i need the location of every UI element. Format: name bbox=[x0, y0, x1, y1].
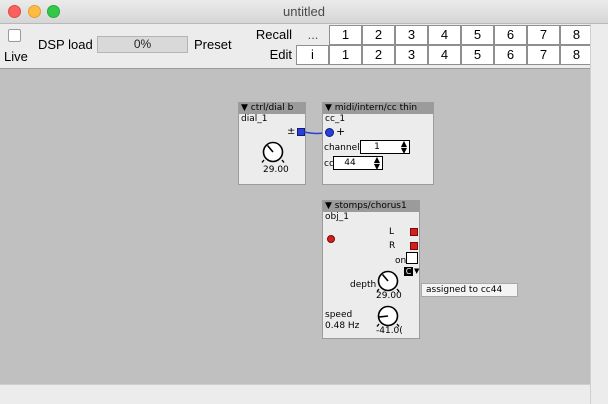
right-outlet[interactable] bbox=[410, 242, 418, 250]
recall-preset-6-button[interactable]: 6 bbox=[494, 25, 527, 45]
speed-value: -41.0( bbox=[376, 326, 403, 336]
edit-preset-5-button[interactable]: 5 bbox=[461, 45, 494, 65]
object-instance-name[interactable]: cc_1 bbox=[323, 114, 433, 125]
recall-preset-4-button[interactable]: 4 bbox=[428, 25, 461, 45]
channel-value: 1 bbox=[374, 142, 380, 152]
dial-outlet-label: ± bbox=[287, 126, 296, 137]
edit-preset-6-button[interactable]: 6 bbox=[494, 45, 527, 65]
vertical-scrollbar[interactable] bbox=[590, 24, 608, 404]
preset-menu-ellipsis[interactable]: ... bbox=[298, 27, 328, 47]
spinner-arrows-icon[interactable]: ▲ ▼ bbox=[401, 140, 407, 155]
recall-preset-2-button[interactable]: 2 bbox=[362, 25, 395, 45]
object-header[interactable]: ▼ ctrl/dial b bbox=[239, 103, 305, 114]
title-bar: untitled bbox=[0, 0, 608, 24]
object-instance-name[interactable]: obj_1 bbox=[323, 212, 419, 223]
tooltip: assigned to cc44 bbox=[421, 283, 518, 297]
chevron-down-icon[interactable]: ▼ bbox=[414, 267, 419, 275]
recall-label: Recall bbox=[255, 27, 292, 42]
horizontal-scrollbar[interactable] bbox=[0, 384, 590, 404]
channel-spinner[interactable]: 1 ▲ ▼ bbox=[360, 140, 410, 155]
midi-assign-indicator[interactable]: C bbox=[404, 267, 413, 276]
edit-preset-7-button[interactable]: 7 bbox=[527, 45, 560, 65]
preset-info-button[interactable]: i bbox=[296, 45, 329, 65]
toolbar: Live DSP load 0% Preset Recall Edit ... … bbox=[0, 24, 593, 68]
object-header[interactable]: ▼ stomps/chorus1 bbox=[323, 201, 419, 212]
on-label: on bbox=[395, 256, 407, 266]
left-outlet[interactable] bbox=[410, 228, 418, 236]
live-label: Live bbox=[4, 49, 28, 64]
left-output-label: L bbox=[389, 227, 395, 237]
depth-value: 29.00 bbox=[376, 291, 402, 301]
cc-number-value: 44 bbox=[344, 158, 356, 168]
speed-hz-readout: 0.48 Hz bbox=[325, 321, 360, 331]
dsp-load-meter: 0% bbox=[97, 36, 188, 53]
cc-number-spinner[interactable]: 44 ▲ ▼ bbox=[333, 156, 383, 171]
spinner-arrows-icon[interactable]: ▲ ▼ bbox=[374, 156, 380, 171]
recall-preset-1-button[interactable]: 1 bbox=[329, 25, 362, 45]
cc-inlet-label: + bbox=[336, 125, 346, 138]
object-instance-name[interactable]: dial_1 bbox=[239, 114, 305, 125]
audio-inlet[interactable] bbox=[327, 235, 335, 243]
edit-label: Edit bbox=[269, 47, 292, 62]
dsp-load-label: DSP load bbox=[38, 37, 93, 52]
recall-preset-5-button[interactable]: 5 bbox=[461, 25, 494, 45]
edit-preset-8-button[interactable]: 8 bbox=[560, 45, 593, 65]
dial-object[interactable]: ▼ ctrl/dial b dial_1 ± 29.00 bbox=[238, 102, 306, 185]
edit-preset-2-button[interactable]: 2 bbox=[362, 45, 395, 65]
edit-preset-1-button[interactable]: 1 bbox=[329, 45, 362, 65]
cc-object[interactable]: ▼ midi/intern/cc thin cc_1 + channel 1 ▲… bbox=[322, 102, 434, 185]
right-output-label: R bbox=[389, 241, 396, 251]
preset-label: Preset bbox=[194, 37, 232, 52]
recall-preset-8-button[interactable]: 8 bbox=[560, 25, 593, 45]
speed-label: speed bbox=[325, 310, 353, 320]
chorus-object[interactable]: ▼ stomps/chorus1 obj_1 L R on C ▼ depth … bbox=[322, 200, 420, 339]
channel-label: channel bbox=[324, 143, 360, 153]
edit-preset-3-button[interactable]: 3 bbox=[395, 45, 428, 65]
object-header[interactable]: ▼ midi/intern/cc thin bbox=[323, 103, 433, 114]
dial-knob-icon[interactable] bbox=[259, 139, 287, 165]
live-checkbox[interactable] bbox=[8, 29, 21, 42]
window-title: untitled bbox=[283, 4, 325, 19]
depth-label: depth bbox=[350, 280, 377, 290]
dial-value: 29.00 bbox=[263, 165, 289, 175]
recall-preset-7-button[interactable]: 7 bbox=[527, 25, 560, 45]
cc-inlet[interactable] bbox=[325, 128, 334, 137]
on-toggle[interactable] bbox=[406, 252, 418, 264]
edit-preset-4-button[interactable]: 4 bbox=[428, 45, 461, 65]
recall-preset-3-button[interactable]: 3 bbox=[395, 25, 428, 45]
